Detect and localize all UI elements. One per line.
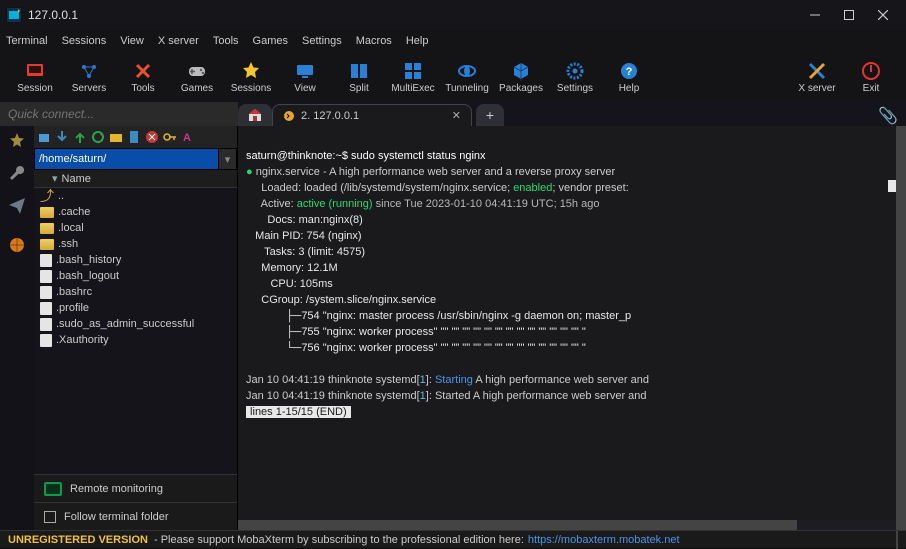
follow-terminal-toggle[interactable]: Follow terminal folder [34, 502, 237, 530]
terminal-scrollbar-vertical[interactable] [896, 126, 906, 530]
tab-bar: 2. 127.0.0.1 ✕ + 📎 [238, 102, 906, 126]
menu-macros[interactable]: Macros [356, 35, 392, 47]
tb-sessions-btn[interactable]: Sessions [224, 61, 278, 94]
font-icon[interactable]: A [181, 130, 195, 144]
file-icon [40, 286, 52, 299]
footer-message: - Please support MobaXterm by subscribin… [154, 534, 524, 546]
main-area: A ▾ ▾Name ⤴.. .cache .local .ssh .bash_h… [0, 126, 906, 530]
folder-icon [40, 223, 54, 234]
menu-settings[interactable]: Settings [302, 35, 342, 47]
main-toolbar: Session Servers Tools Games Sessions Vie… [0, 52, 906, 102]
tb-session[interactable]: Session [8, 61, 62, 94]
menu-sessions[interactable]: Sessions [62, 35, 107, 47]
globe-icon[interactable] [8, 236, 26, 254]
file-icon [40, 318, 52, 331]
unregistered-label: UNREGISTERED VERSION [8, 534, 148, 546]
follow-label: Follow terminal folder [64, 511, 169, 523]
menu-xserver[interactable]: X server [158, 35, 199, 47]
tab-label: 2. 127.0.0.1 [301, 110, 359, 122]
list-item[interactable]: .sudo_as_admin_successful [34, 316, 237, 332]
list-item[interactable]: .Xauthority [34, 332, 237, 348]
file-list[interactable]: ⤴.. .cache .local .ssh .bash_history .ba… [34, 188, 237, 474]
tb-games[interactable]: Games [170, 61, 224, 94]
column-header-name[interactable]: ▾Name [34, 170, 237, 188]
file-icon [40, 254, 52, 267]
send-icon[interactable] [8, 196, 26, 214]
list-item[interactable]: .ssh [34, 236, 237, 252]
list-item[interactable]: .bashrc [34, 284, 237, 300]
monitor-icon [44, 482, 62, 496]
window-title: 127.0.0.1 [28, 8, 798, 22]
list-item[interactable]: .bash_history [34, 252, 237, 268]
file-toolbar: A [34, 126, 237, 148]
paperclip-icon[interactable]: 📎 [878, 106, 898, 126]
menu-tools[interactable]: Tools [213, 35, 239, 47]
tb-servers[interactable]: Servers [62, 61, 116, 94]
key-icon[interactable] [163, 130, 177, 144]
delete-icon[interactable] [145, 130, 159, 144]
folder-icon [40, 207, 54, 218]
list-item[interactable]: .bash_logout [34, 268, 237, 284]
close-button[interactable] [866, 0, 900, 30]
file-icon [40, 302, 52, 315]
path-row: ▾ [34, 148, 237, 170]
sidebar-narrow [0, 126, 34, 530]
wrench-icon[interactable] [8, 164, 26, 182]
file-icon [40, 334, 52, 347]
sort-arrow-icon: ▾ [52, 172, 58, 185]
tab-new[interactable]: + [476, 104, 504, 126]
list-item[interactable]: .local [34, 220, 237, 236]
terminal-scrollbar-horizontal[interactable] [238, 520, 896, 530]
remote-monitoring-label: Remote monitoring [70, 483, 163, 495]
menu-games[interactable]: Games [253, 35, 288, 47]
tb-multiexec[interactable]: MultiExec [386, 61, 440, 94]
menu-terminal[interactable]: Terminal [6, 35, 48, 47]
quick-connect-row: 2. 127.0.0.1 ✕ + 📎 [0, 102, 906, 126]
tb-tools[interactable]: Tools [116, 61, 170, 94]
tab-active-session[interactable]: 2. 127.0.0.1 ✕ [272, 104, 472, 126]
newfile-icon[interactable] [127, 130, 141, 144]
path-dropdown[interactable]: ▾ [219, 148, 237, 170]
home-icon [248, 108, 262, 122]
tb-tunneling[interactable]: Tunneling [440, 61, 494, 94]
app-icon [6, 7, 22, 23]
list-item[interactable]: .profile [34, 300, 237, 316]
terminal-icon [283, 110, 295, 122]
list-item[interactable]: ⤴.. [34, 188, 237, 204]
download-icon[interactable] [55, 130, 69, 144]
maximize-button[interactable] [832, 0, 866, 30]
tb-help[interactable]: ?Help [602, 61, 656, 94]
menu-help[interactable]: Help [406, 35, 429, 47]
remote-monitoring-toggle[interactable]: Remote monitoring [34, 474, 237, 502]
quick-connect-input[interactable] [0, 102, 238, 126]
newfolder-icon[interactable] [109, 130, 123, 144]
svg-text:?: ? [626, 66, 633, 78]
refresh-icon[interactable] [91, 130, 105, 144]
terminal-pane[interactable]: saturn@thinknote:~$ sudo systemctl statu… [238, 126, 906, 530]
folder-icon [40, 239, 54, 250]
browse-icon[interactable] [37, 130, 51, 144]
star-icon[interactable] [8, 132, 26, 150]
tb-exit[interactable]: Exit [844, 61, 898, 94]
minimize-button[interactable] [798, 0, 832, 30]
footer-link[interactable]: https://mobaxterm.mobatek.net [528, 534, 680, 546]
status-bar: UNREGISTERED VERSION - Please support Mo… [0, 530, 906, 548]
tab-home[interactable] [238, 104, 272, 126]
tb-xserver[interactable]: X server [790, 61, 844, 94]
file-panel: A ▾ ▾Name ⤴.. .cache .local .ssh .bash_h… [34, 126, 238, 530]
menubar: Terminal Sessions View X server Tools Ga… [0, 30, 906, 52]
list-item[interactable]: .cache [34, 204, 237, 220]
tb-view[interactable]: View [278, 61, 332, 94]
tb-split[interactable]: Split [332, 61, 386, 94]
file-icon [40, 270, 52, 283]
menu-view[interactable]: View [120, 35, 144, 47]
path-input[interactable] [34, 148, 219, 170]
tb-packages[interactable]: Packages [494, 61, 548, 94]
upload-icon[interactable] [73, 130, 87, 144]
tb-settings[interactable]: Settings [548, 61, 602, 94]
svg-text:A: A [183, 132, 191, 144]
checkbox-icon [44, 511, 56, 523]
tab-close-icon[interactable]: ✕ [452, 109, 461, 122]
titlebar: 127.0.0.1 [0, 0, 906, 30]
